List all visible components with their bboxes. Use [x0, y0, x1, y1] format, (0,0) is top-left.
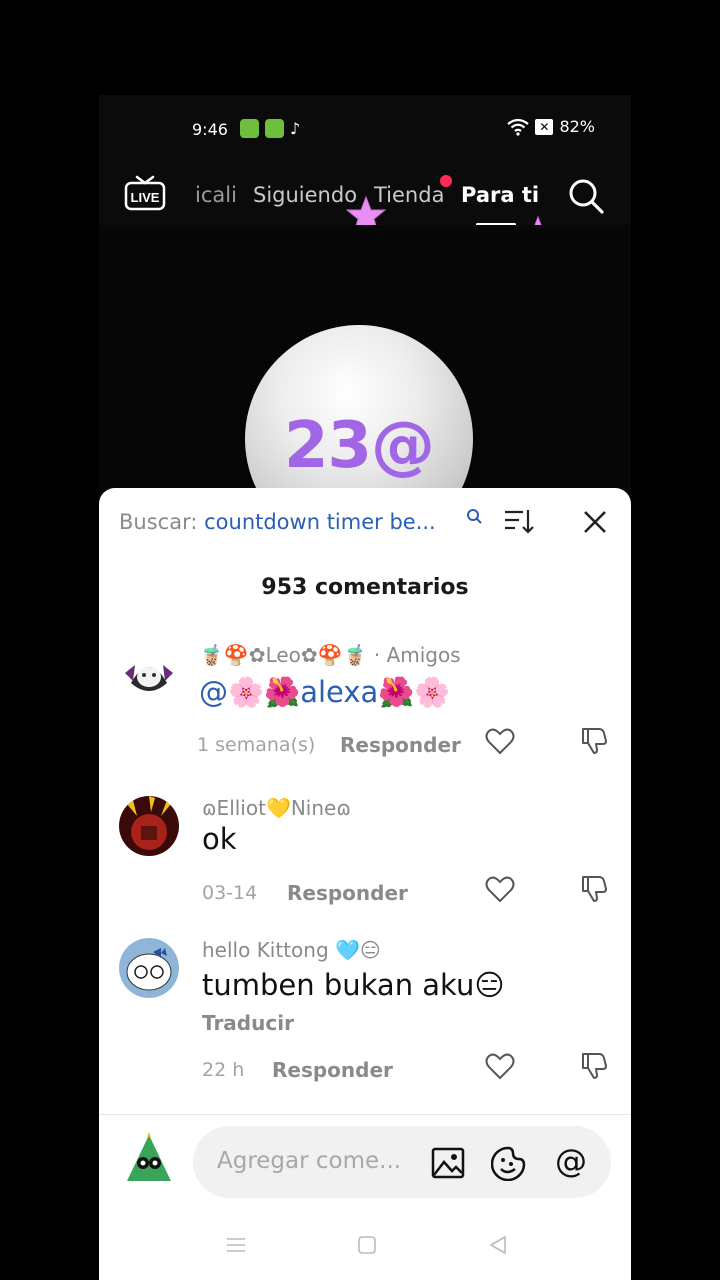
small-search-icon — [467, 509, 482, 524]
app-notification-icon — [240, 119, 259, 138]
sort-icon[interactable] — [503, 507, 535, 535]
reply-button[interactable]: Responder — [340, 733, 461, 757]
divider — [99, 1114, 631, 1115]
comment-username[interactable]: 🧋🍄✿Leo✿🍄🧋 · Amigos — [199, 643, 461, 667]
search-term[interactable]: countdown timer be... — [204, 510, 436, 534]
menu-icon[interactable] — [225, 1234, 247, 1256]
avatar[interactable] — [119, 938, 179, 998]
like-heart-icon[interactable] — [485, 727, 515, 755]
comment-input-placeholder[interactable]: Agregar come... — [217, 1148, 401, 1174]
comment-item: hello Kittong 🩵😑 tumben bukan aku😑 Tradu… — [99, 938, 631, 1098]
comment-username[interactable]: hello Kittong 🩵😑 — [202, 938, 381, 962]
comment-time: 22 h — [202, 1059, 245, 1081]
tab-for-you[interactable]: Para ti — [461, 183, 539, 207]
like-heart-icon[interactable] — [485, 1052, 515, 1080]
wifi-icon — [507, 118, 530, 136]
related-search[interactable]: Buscar: countdown timer be... — [119, 510, 436, 534]
like-heart-icon[interactable] — [485, 875, 515, 903]
comment-item: ɷElliot💛Nineɷ ok 03-14 Responder — [99, 796, 631, 916]
comment-time: 1 semana(s) — [197, 734, 316, 756]
my-avatar — [119, 1131, 179, 1191]
dislike-icon[interactable] — [579, 1050, 609, 1080]
reply-button[interactable]: Responder — [272, 1058, 393, 1082]
comment-item: 🧋🍄✿Leo✿🍄🧋 · Amigos @🌸🌺alexa🌺🌸 1 semana(s… — [99, 643, 631, 773]
search-icon[interactable] — [567, 177, 605, 215]
comment-text[interactable]: ok — [202, 822, 237, 856]
mention-at-icon[interactable]: @ — [553, 1143, 589, 1179]
close-icon[interactable] — [581, 508, 609, 536]
reply-button[interactable]: Responder — [287, 881, 408, 905]
tab-local[interactable]: icali — [195, 183, 237, 207]
emoji-sticker-icon[interactable] — [491, 1145, 527, 1181]
status-right-group: ✕ 82% — [507, 117, 595, 136]
app-notification-icon — [265, 119, 284, 138]
battery-percent: 82% — [559, 117, 595, 136]
comments-sheet: Buscar: countdown timer be... 953 coment… — [99, 488, 631, 1280]
video-player[interactable]: 23@ — [99, 225, 631, 553]
comment-time: 03-14 — [202, 882, 258, 904]
search-label: Buscar: — [119, 510, 198, 534]
dislike-icon[interactable] — [579, 873, 609, 903]
svg-text:LIVE: LIVE — [131, 190, 160, 205]
dislike-icon[interactable] — [579, 725, 609, 755]
status-time: 9:46 — [192, 120, 228, 139]
avatar[interactable] — [119, 796, 179, 856]
back-icon[interactable] — [487, 1234, 509, 1256]
tiktok-notification-icon: ♪ — [290, 119, 301, 138]
image-icon[interactable] — [431, 1146, 465, 1180]
ball-overlay-text: 23@ — [283, 409, 435, 483]
avatar[interactable] — [119, 643, 179, 703]
tab-following[interactable]: Siguiendo — [253, 183, 357, 207]
no-sim-icon: ✕ — [535, 118, 554, 135]
top-navigation: LIVE icali Siguiendo Tienda Para ti — [99, 165, 631, 255]
system-navigation-bar — [99, 1218, 631, 1280]
comment-count: 953 comentarios — [261, 575, 469, 600]
notification-dot — [440, 175, 452, 187]
status-bar: 9:46 ♪ ✕ 82% — [99, 95, 631, 145]
comment-text[interactable]: tumben bukan aku😑 — [202, 968, 505, 1002]
comment-input[interactable]: Agregar come... @ — [193, 1126, 611, 1198]
comment-username[interactable]: ɷElliot💛Nineɷ — [202, 796, 351, 820]
translate-button[interactable]: Traducir — [202, 1011, 294, 1035]
home-icon[interactable] — [356, 1234, 378, 1256]
phone-screen: 9:46 ♪ ✕ 82% LIVE icali Siguiendo Tienda — [99, 95, 631, 1280]
status-notification-icons: ♪ — [240, 119, 306, 138]
live-icon[interactable]: LIVE — [124, 175, 166, 211]
comment-text[interactable]: @🌸🌺alexa🌺🌸 — [199, 675, 451, 710]
